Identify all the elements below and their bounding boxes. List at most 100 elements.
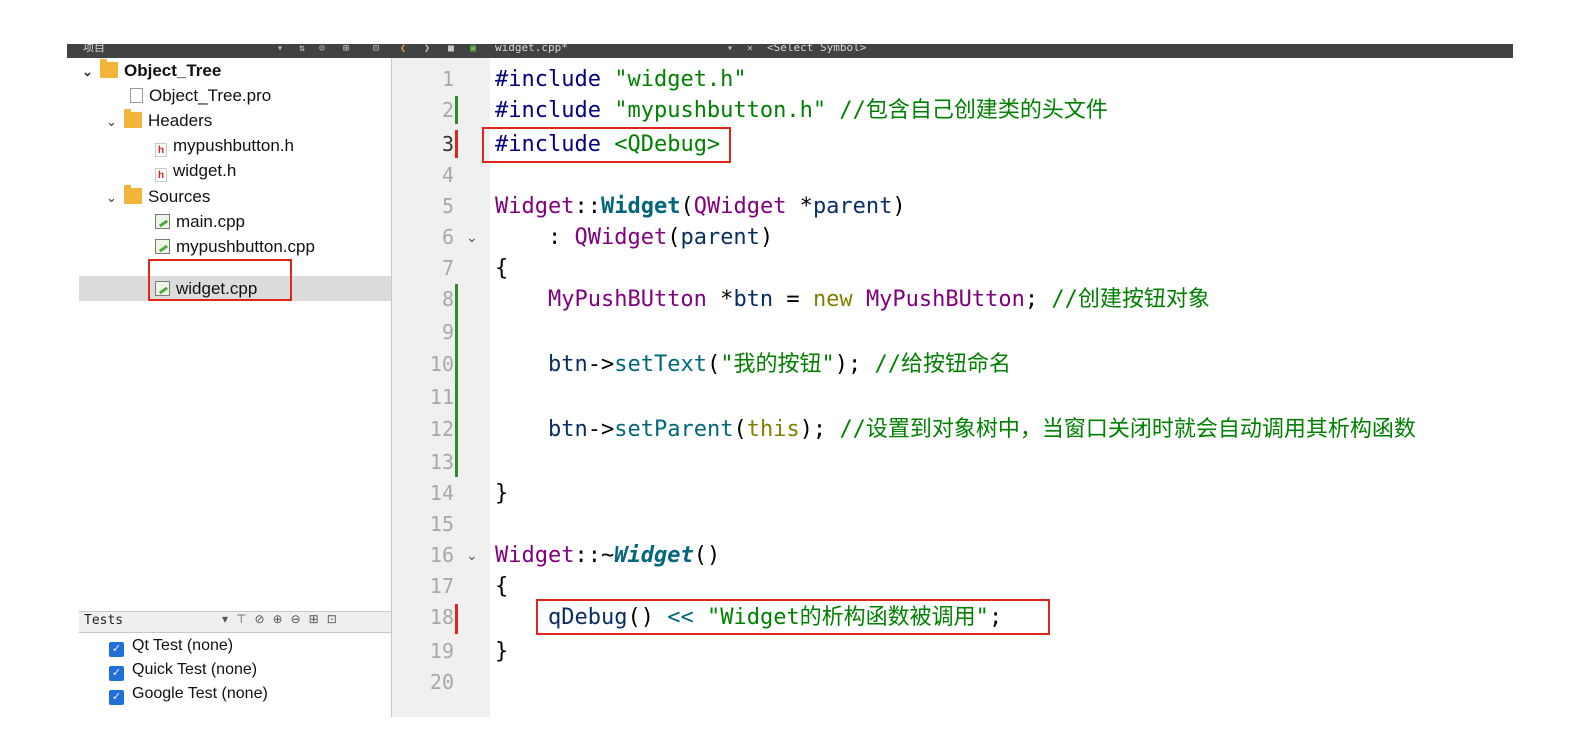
- line-number: 7: [441, 256, 454, 280]
- line-number: 3: [441, 132, 454, 156]
- line-number: 13: [429, 450, 454, 474]
- line-number: 14: [429, 481, 454, 505]
- code-line-19: }: [495, 639, 509, 664]
- line-number: 4: [441, 163, 454, 187]
- close-file-icon[interactable]: ✕: [747, 44, 753, 56]
- code-line-6: : QWidget(parent): [495, 225, 774, 250]
- line-number: 8: [441, 287, 454, 311]
- panel-title: 项目: [83, 44, 105, 54]
- file-label: mypushbutton.h: [173, 136, 294, 155]
- tests-title: Tests: [84, 613, 124, 628]
- back-icon[interactable]: ❮: [400, 44, 406, 56]
- project-folder-icon: [100, 59, 118, 78]
- expand-icon[interactable]: ⊕: [273, 612, 291, 626]
- code-line-2: #include "mypushbutton.h" //包含自己创建类的头文件: [495, 98, 1108, 123]
- code-line-10: btn->setText("我的按钮"); //给按钮命名: [547, 352, 1011, 377]
- pro-file-icon: [130, 88, 143, 103]
- test-item-quick[interactable]: ✓ Quick Test (none): [109, 658, 257, 682]
- line-number: 17: [429, 574, 454, 598]
- filter-icon[interactable]: ⊤: [236, 612, 254, 626]
- test-label: Qt Test (none): [132, 637, 234, 654]
- code-line-14: }: [495, 481, 509, 506]
- checkbox-checked-icon[interactable]: ✓: [109, 690, 124, 705]
- cpp-file-icon: ▣: [470, 44, 477, 54]
- highlight-box-include: [482, 127, 731, 163]
- current-line-marker: [455, 130, 458, 158]
- line-number: 1: [441, 67, 454, 91]
- forward-icon[interactable]: ❯: [424, 44, 430, 56]
- run-icon[interactable]: ⊘: [254, 612, 272, 626]
- headers-label: Headers: [148, 111, 213, 130]
- test-item-qt[interactable]: ✓ Qt Test (none): [109, 634, 233, 658]
- header-file-icon: h: [155, 143, 167, 157]
- file-label: mypushbutton.cpp: [176, 237, 315, 256]
- fold-chevron-icon[interactable]: ⌄: [466, 540, 478, 571]
- code-line-1: #include "widget.h": [495, 67, 747, 92]
- tab-dropdown-icon[interactable]: ▾: [727, 44, 733, 56]
- test-item-google[interactable]: ✓ Google Test (none): [109, 682, 268, 706]
- top-toolbar: 项目 ▾ ⇅ ⊝ ⊞ ⊡ ❮ ❯ ■ ▣ widget.cpp* ▾ ✕ <Se…: [67, 44, 1513, 58]
- line-number: 15: [429, 512, 454, 536]
- cpp-file-icon: [155, 214, 170, 229]
- project-panel: ⌄ Object_Tree Object_Tree.pro ⌄ Headers hm…: [67, 58, 392, 717]
- tests-header: Tests ▾⊤⊘⊕⊖⊞⊡: [79, 611, 391, 633]
- test-label: Quick Test (none): [132, 661, 258, 678]
- lock-icon: ■: [448, 44, 455, 54]
- dropdown-icon[interactable]: ▾: [222, 612, 236, 626]
- filter-icon[interactable]: ⇅: [299, 44, 305, 56]
- file-tab[interactable]: widget.cpp*: [495, 44, 568, 55]
- file-label: widget.h: [173, 161, 237, 180]
- line-number: 9: [441, 320, 454, 344]
- project-name: Object_Tree: [124, 61, 222, 80]
- split-icon[interactable]: ⊞: [309, 612, 327, 626]
- chevron-down-icon[interactable]: ⌄: [82, 59, 100, 84]
- symbol-selector[interactable]: <Select Symbol>: [767, 44, 866, 55]
- file-label: main.cpp: [176, 212, 245, 231]
- dropdown-icon[interactable]: ▾: [277, 44, 283, 56]
- line-number: 16: [429, 543, 454, 567]
- tree-item-project[interactable]: ⌄ Object_Tree: [82, 58, 221, 83]
- tree-item-mypushbutton-cpp[interactable]: mypushbutton.cpp: [155, 234, 315, 259]
- headers-folder-icon: [124, 109, 142, 128]
- pro-file-label: Object_Tree.pro: [149, 86, 272, 105]
- tree-item-headers[interactable]: ⌄ Headers: [106, 108, 212, 133]
- split-icon[interactable]: ⊞: [343, 44, 349, 56]
- checkbox-checked-icon[interactable]: ✓: [109, 666, 124, 681]
- code-editor[interactable]: 1 2 3 4 5 6 7 8 9 10 11 12 13 14 15 16 1…: [392, 58, 1513, 717]
- code-line-16: Widget::~Widget(): [495, 543, 721, 568]
- code-line-7: {: [495, 256, 509, 281]
- cpp-file-icon: [155, 239, 170, 254]
- highlight-box-qdebug: [536, 599, 1050, 635]
- modified-line-marker: [455, 284, 458, 477]
- line-number: 10: [429, 352, 454, 376]
- collapse-icon[interactable]: ⊖: [291, 612, 309, 626]
- test-label: Google Test (none): [132, 685, 268, 702]
- chevron-down-icon[interactable]: ⌄: [106, 185, 124, 210]
- close-panel-icon[interactable]: ⊡: [327, 612, 345, 626]
- tree-item-mypushbutton-h[interactable]: h mypushbutton.h: [155, 133, 294, 158]
- sources-label: Sources: [148, 187, 211, 206]
- line-number: 6: [441, 225, 454, 249]
- tree-item-widget-h[interactable]: h widget.h: [155, 158, 236, 183]
- checkbox-checked-icon[interactable]: ✓: [109, 642, 124, 657]
- code-line-12: btn->setParent(this); //设置到对象树中，当窗口关闭时就会…: [547, 417, 1416, 442]
- modified-line-marker: [455, 96, 458, 124]
- highlight-box-selected-file: [148, 259, 292, 301]
- sources-folder-icon: [124, 185, 142, 204]
- tree-item-pro-file[interactable]: Object_Tree.pro: [130, 83, 271, 108]
- chevron-down-icon[interactable]: ⌄: [106, 109, 124, 134]
- line-number: 11: [429, 385, 454, 409]
- code-line-17: {: [495, 574, 509, 599]
- tests-toolbar: ▾⊤⊘⊕⊖⊞⊡: [222, 612, 345, 626]
- code-line-8: MyPushBUtton *btn = new MyPushBUtton; //…: [547, 287, 1210, 312]
- line-number: 18: [429, 605, 454, 629]
- link-icon[interactable]: ⊝: [319, 44, 325, 56]
- close-panel-icon[interactable]: ⊡: [373, 44, 379, 56]
- line-number: 12: [429, 417, 454, 441]
- code-line-5: Widget::Widget(QWidget *parent): [495, 194, 906, 219]
- current-line-marker: [455, 604, 458, 634]
- fold-chevron-icon[interactable]: ⌄: [466, 222, 478, 253]
- tree-item-sources[interactable]: ⌄ Sources: [106, 184, 210, 209]
- tree-item-main-cpp[interactable]: main.cpp: [155, 209, 245, 234]
- qt-creator-window: 项目 ▾ ⇅ ⊝ ⊞ ⊡ ❮ ❯ ■ ▣ widget.cpp* ▾ ✕ <Se…: [67, 44, 1513, 717]
